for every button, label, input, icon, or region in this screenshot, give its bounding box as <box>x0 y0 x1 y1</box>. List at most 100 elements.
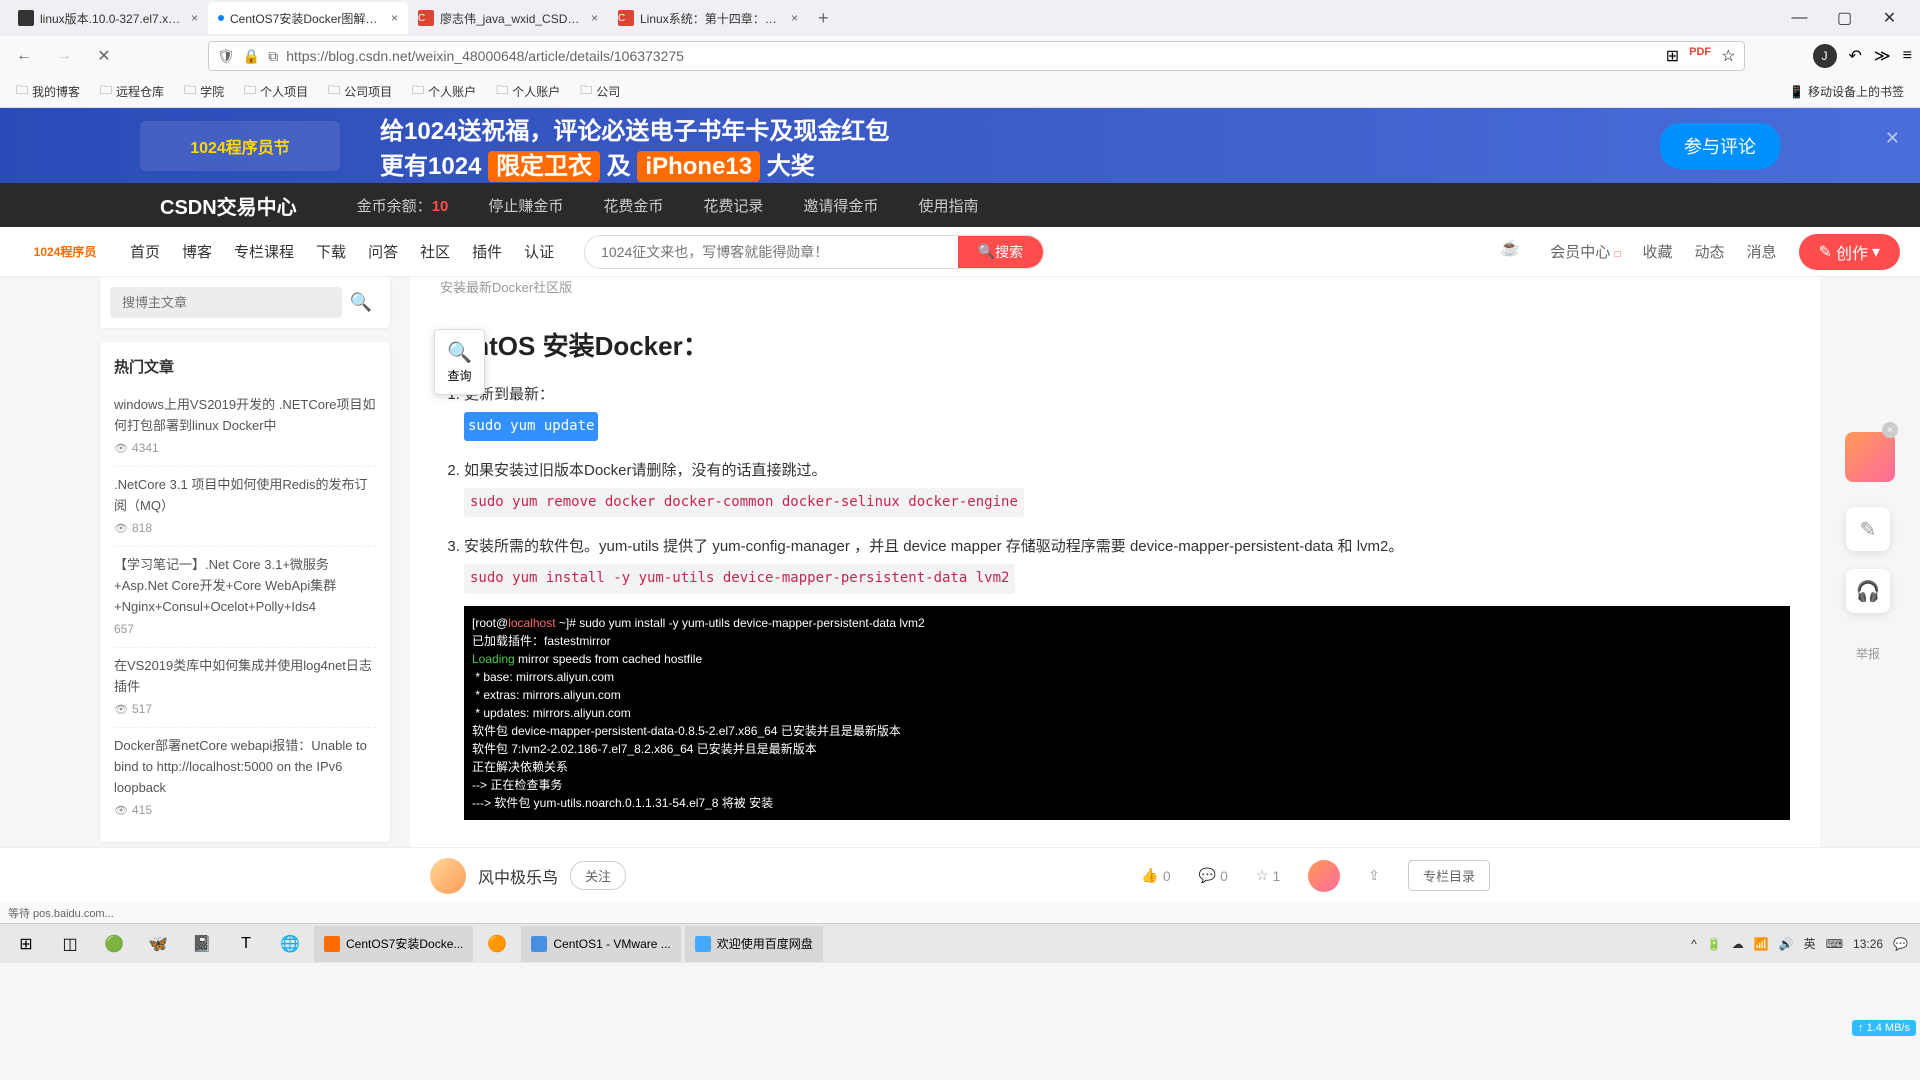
mobile-bookmarks[interactable]: 📱移动设备上的书签 <box>1781 79 1912 104</box>
bookmark-item[interactable]: 🗀远程仓库 <box>92 77 172 106</box>
wifi-icon[interactable]: 📶 <box>1754 937 1769 951</box>
bookmark-item[interactable]: 🗀我的博客 <box>8 77 88 106</box>
tray-chevron-icon[interactable]: ^ <box>1691 937 1697 951</box>
url-input[interactable]: 🛡 🔒 ⧉ https://blog.csdn.net/weixin_48000… <box>208 41 1745 71</box>
speed-indicator[interactable]: ↑ 1.4 MB/s <box>1852 1020 1916 1036</box>
hot-article-item[interactable]: 【学习笔记一】.Net Core 3.1+微服务+Asp.Net Core开发+… <box>114 547 376 648</box>
browser-tab[interactable]: linux版本.10.0-327.el7.x86_64 × <box>8 2 208 34</box>
close-icon[interactable]: × <box>391 11 398 25</box>
browser-tab[interactable]: CentOS7安装Docker图解步骤 × <box>208 2 408 34</box>
code-snippet[interactable]: sudo yum install -y yum-utils device-map… <box>464 564 1015 593</box>
create-button[interactable]: ✎创作▾ <box>1799 234 1900 270</box>
site-logo[interactable]: 1024程序员 <box>20 236 110 268</box>
profile-avatar[interactable]: J <box>1813 44 1837 68</box>
subnav-link[interactable]: 邀请得金币 <box>803 195 878 216</box>
nav-vip[interactable]: 会员中心 □ <box>1550 241 1620 262</box>
close-window-button[interactable]: ✕ <box>1867 3 1912 33</box>
gift-close-icon[interactable]: × <box>1882 422 1898 438</box>
search-input[interactable] <box>585 244 958 260</box>
hot-article-item[interactable]: .NetCore 3.1 项目中如何使用Redis的发布订阅（MQ） 818 <box>114 467 376 547</box>
shield-icon[interactable]: 🛡 <box>217 48 235 65</box>
nav-link-blog[interactable]: 博客 <box>182 241 212 262</box>
search-button[interactable]: 🔍 搜索 <box>958 236 1043 268</box>
code-snippet[interactable]: sudo yum remove docker docker-common doc… <box>464 488 1024 517</box>
code-snippet[interactable]: sudo yum update <box>464 412 598 441</box>
chrome-icon[interactable]: 🌐 <box>268 926 312 962</box>
nav-activity[interactable]: 动态 <box>1695 241 1725 262</box>
volume-icon[interactable]: 🔊 <box>1779 937 1794 951</box>
comment-button[interactable]: 💬0 <box>1199 867 1228 884</box>
edit-icon[interactable]: ✎ <box>1846 507 1890 551</box>
nav-link-community[interactable]: 社区 <box>420 241 450 262</box>
follow-button[interactable]: 关注 <box>570 861 626 890</box>
bookmark-item[interactable]: 🗀学院 <box>176 77 232 106</box>
bookmark-star-icon[interactable]: ☆ <box>1721 46 1735 66</box>
subnav-link[interactable]: 停止赚金币 <box>488 195 563 216</box>
participate-button[interactable]: 参与评论 <box>1660 123 1780 169</box>
taskbar-icon[interactable]: 📓 <box>180 926 224 962</box>
ime-icon[interactable]: 英 <box>1804 935 1816 952</box>
undo-icon[interactable]: ↶ <box>1849 46 1862 66</box>
new-tab-button[interactable]: + <box>808 8 839 29</box>
like-button[interactable]: 👍0 <box>1141 867 1170 884</box>
qr-icon[interactable]: ⊞ <box>1666 46 1679 66</box>
banner-close-icon[interactable]: ✕ <box>1885 128 1900 149</box>
forward-button[interactable]: → <box>48 40 80 72</box>
nav-link-home[interactable]: 首页 <box>130 241 160 262</box>
bookmark-item[interactable]: 🗀个人项目 <box>236 77 316 106</box>
subnav-link[interactable]: 使用指南 <box>918 195 978 216</box>
stop-button[interactable]: ✕ <box>88 40 120 72</box>
taskbar-icon[interactable]: T <box>224 926 268 962</box>
taskbar-app[interactable]: 欢迎使用百度网盘 <box>685 926 823 962</box>
search-tooltip[interactable]: 🔍 查询 <box>434 329 485 395</box>
author-search-input[interactable] <box>110 287 342 318</box>
browser-tab[interactable]: C 廖志伟_java_wxid_CSDN博客 × <box>408 2 608 34</box>
close-icon[interactable]: × <box>191 11 198 25</box>
subnav-link[interactable]: 花费记录 <box>703 195 763 216</box>
nav-link-cert[interactable]: 认证 <box>524 241 554 262</box>
favorite-button[interactable]: ☆1 <box>1256 867 1280 884</box>
subnav-link[interactable]: 花费金币 <box>603 195 663 216</box>
taskbar-icon[interactable]: 🦋 <box>136 926 180 962</box>
nav-link-download[interactable]: 下载 <box>316 241 346 262</box>
taskbar-icon[interactable]: 🟠 <box>475 926 519 962</box>
support-icon[interactable]: 🎧 <box>1846 569 1890 613</box>
close-icon[interactable]: × <box>791 11 798 25</box>
taskbar-app[interactable]: CentOS7安装Docke... <box>314 926 473 962</box>
menu-icon[interactable]: ≡ <box>1903 47 1912 65</box>
onedrive-icon[interactable]: ☁ <box>1732 937 1744 951</box>
hot-article-item[interactable]: windows上用VS2019开发的 .NETCore项目如何打包部署到linu… <box>114 387 376 467</box>
close-icon[interactable]: × <box>591 11 598 25</box>
overflow-icon[interactable]: ≫ <box>1874 46 1891 66</box>
hot-article-item[interactable]: Docker部署netCore webapi报错：Unable to bind … <box>114 728 376 828</box>
browser-tab[interactable]: C Linux系统：第十四章：安装Do × <box>608 2 808 34</box>
notifications-icon[interactable]: 💬 <box>1893 937 1908 951</box>
bookmark-item[interactable]: 🗀公司项目 <box>320 77 400 106</box>
search-icon[interactable]: 🔍 <box>342 292 380 313</box>
nav-messages[interactable]: 消息 <box>1747 241 1777 262</box>
report-button[interactable]: 举报 <box>1846 631 1890 675</box>
author-name[interactable]: 风中极乐鸟 <box>478 864 558 888</box>
bookmark-item[interactable]: 🗀个人账户 <box>488 77 568 106</box>
taskview-button[interactable]: ◫ <box>48 926 92 962</box>
nav-link-qa[interactable]: 问答 <box>368 241 398 262</box>
author-avatar[interactable] <box>430 858 466 894</box>
share-button[interactable]: ⇪ <box>1368 867 1380 884</box>
bookmark-item[interactable]: 🗀个人账户 <box>404 77 484 106</box>
back-button[interactable]: ← <box>8 40 40 72</box>
pdf-icon[interactable]: PDF <box>1689 46 1711 66</box>
maximize-button[interactable]: ▢ <box>1822 3 1867 33</box>
minimize-button[interactable]: — <box>1777 3 1822 33</box>
reward-avatar[interactable] <box>1308 860 1340 892</box>
keyboard-icon[interactable]: ⌨ <box>1826 937 1843 951</box>
battery-icon[interactable]: 🔋 <box>1707 937 1722 951</box>
taskbar-app[interactable]: CentOS1 - VMware ... <box>521 926 680 962</box>
nav-link-plugin[interactable]: 插件 <box>472 241 502 262</box>
toc-button[interactable]: 专栏目录 <box>1408 860 1490 891</box>
bookmark-item[interactable]: 🗀公司 <box>572 77 628 106</box>
nav-link-course[interactable]: 专栏课程 <box>234 241 294 262</box>
gift-widget[interactable] <box>1845 432 1895 482</box>
hot-article-item[interactable]: 在VS2019类库中如何集成并使用log4net日志插件 517 <box>114 648 376 728</box>
clock[interactable]: 13:26 <box>1853 937 1883 951</box>
permission-icon[interactable]: ⧉ <box>268 48 278 65</box>
